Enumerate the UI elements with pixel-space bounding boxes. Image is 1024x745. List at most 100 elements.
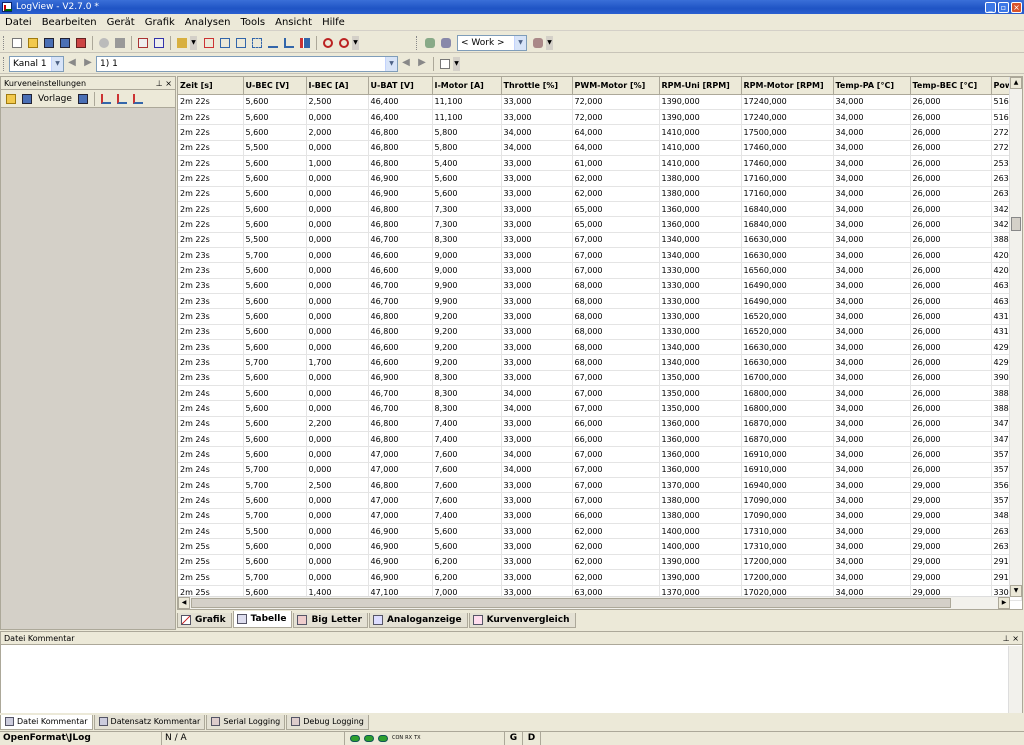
table-cell[interactable]: 26,000 xyxy=(910,308,992,325)
table-cell[interactable]: 0,000 xyxy=(306,308,369,325)
table-cell[interactable]: 2m 23s xyxy=(178,324,244,341)
table-cell[interactable]: 0,000 xyxy=(306,293,369,310)
scroll-right-icon[interactable]: ▶ xyxy=(998,597,1010,609)
table-cell[interactable]: 2,500 xyxy=(306,94,369,110)
table-cell[interactable]: 46,900 xyxy=(368,554,433,571)
table-cell[interactable]: 33,000 xyxy=(501,523,573,540)
table-cell[interactable]: 46,700 xyxy=(368,293,433,310)
table-cell[interactable]: 7,600 xyxy=(432,477,502,494)
table-cell[interactable]: 34,000 xyxy=(833,262,911,279)
table-cell[interactable]: 1360,000 xyxy=(659,416,742,433)
measure-icon[interactable] xyxy=(266,36,280,50)
table-row[interactable]: 2m 24s 5,700 0,000 47,000 7,400 33,000 66,000 1… xyxy=(178,508,1022,525)
table-cell[interactable]: 0,000 xyxy=(306,247,369,264)
table-cell[interactable]: 1330,000 xyxy=(659,278,742,294)
table-cell[interactable]: 0,000 xyxy=(306,431,369,448)
table-cell[interactable]: 1,000 xyxy=(306,155,369,172)
table-cell[interactable]: 26,000 xyxy=(910,170,992,187)
chevron-down-icon[interactable]: ▼ xyxy=(514,35,526,50)
table-cell[interactable]: 26,000 xyxy=(910,140,992,156)
save-as-icon[interactable] xyxy=(58,36,72,50)
table-cell[interactable]: 0,000 xyxy=(306,140,369,156)
table-row[interactable]: 2m 24s 5,600 0,000 46,700 8,300 34,000 67,000 1… xyxy=(178,385,1022,402)
table-cell[interactable]: 5,600 xyxy=(243,339,307,356)
table-row[interactable]: 2m 23s 5,700 1,700 46,600 9,200 33,000 68,000 1… xyxy=(178,354,1022,371)
table-cell[interactable]: 0,000 xyxy=(306,446,369,463)
table-cell[interactable]: 26,000 xyxy=(910,155,992,172)
table-cell[interactable]: 2m 24s xyxy=(178,477,244,494)
table-cell[interactable]: 67,000 xyxy=(572,232,660,248)
table-cell[interactable]: 5,500 xyxy=(243,523,307,540)
arrow-right-icon[interactable]: ▶ xyxy=(81,57,95,71)
table-cell[interactable]: 2m 24s xyxy=(178,508,244,525)
curve-cut-icon[interactable] xyxy=(202,36,216,50)
table-cell[interactable]: 34,000 xyxy=(833,109,911,126)
table-cell[interactable]: 34,000 xyxy=(833,140,911,156)
table-row[interactable]: 2m 23s 5,700 0,000 46,600 9,000 33,000 67,000 1… xyxy=(178,247,1022,264)
table-cell[interactable]: 34,000 xyxy=(501,400,573,417)
table-cell[interactable]: 66,000 xyxy=(572,416,660,433)
import-icon[interactable] xyxy=(136,36,150,50)
column-header[interactable]: RPM-Motor [RPM] xyxy=(741,77,834,95)
table-cell[interactable]: 7,300 xyxy=(432,216,502,233)
table-cell[interactable]: 34,000 xyxy=(833,538,911,555)
table-row[interactable]: 2m 22s 5,600 0,000 46,800 7,300 33,000 65,000 1… xyxy=(178,216,1022,233)
table-cell[interactable]: 0,000 xyxy=(306,109,369,126)
table-cell[interactable]: 16630,000 xyxy=(741,354,834,371)
table-cell[interactable]: 33,000 xyxy=(501,247,573,264)
column-header[interactable]: Throttle [%] xyxy=(501,77,573,95)
toolbar-grip[interactable] xyxy=(416,35,419,50)
table-cell[interactable]: 26,000 xyxy=(910,109,992,126)
person-icon[interactable] xyxy=(321,36,335,50)
table-cell[interactable]: 5,700 xyxy=(243,477,307,494)
table-cell[interactable]: 1360,000 xyxy=(659,431,742,448)
table-cell[interactable]: 33,000 xyxy=(501,492,573,509)
table-cell[interactable]: 2m 23s xyxy=(178,354,244,371)
table-cell[interactable]: 34,000 xyxy=(833,569,911,586)
menu-analysen[interactable]: Analysen xyxy=(180,17,236,28)
table-cell[interactable]: 33,000 xyxy=(501,201,573,218)
table-row[interactable]: 2m 22s 5,600 0,000 46,900 5,600 33,000 62,000 1… xyxy=(178,186,1022,202)
table-row[interactable]: 2m 22s 5,600 2,000 46,800 5,800 34,000 64,000 1… xyxy=(178,124,1022,141)
table-cell[interactable]: 62,000 xyxy=(572,554,660,571)
table-cell[interactable]: 1340,000 xyxy=(659,339,742,356)
table-cell[interactable]: 2m 24s xyxy=(178,416,244,433)
tool-icon[interactable] xyxy=(175,36,189,50)
tag-delete-icon[interactable] xyxy=(531,36,545,50)
table-row[interactable]: 2m 22s 5,600 2,500 46,400 11,100 33,000 72,000… xyxy=(178,94,1022,110)
table-cell[interactable]: 33,000 xyxy=(501,216,573,233)
table-cell[interactable]: 5,700 xyxy=(243,508,307,525)
table-cell[interactable]: 46,800 xyxy=(368,308,433,325)
table-cell[interactable]: 34,000 xyxy=(833,354,911,371)
chart-axis-icon[interactable] xyxy=(282,36,296,50)
table-cell[interactable]: 46,800 xyxy=(368,216,433,233)
table-cell[interactable]: 1340,000 xyxy=(659,232,742,248)
table-cell[interactable]: 11,100 xyxy=(432,109,502,126)
column-header[interactable]: Zeit [s] xyxy=(178,77,244,95)
table-cell[interactable]: 0,000 xyxy=(306,508,369,525)
table-cell[interactable]: 46,600 xyxy=(368,247,433,264)
menu-geraet[interactable]: Gerät xyxy=(102,17,140,28)
table-cell[interactable]: 33,000 xyxy=(501,155,573,172)
table-row[interactable]: 2m 22s 5,600 0,000 46,900 5,600 33,000 62,000 1… xyxy=(178,170,1022,187)
table-cell[interactable]: 46,900 xyxy=(368,569,433,586)
table-cell[interactable]: 0,000 xyxy=(306,554,369,571)
table-cell[interactable]: 7,600 xyxy=(432,492,502,509)
table-cell[interactable]: 34,000 xyxy=(833,508,911,525)
table-cell[interactable]: 5,600 xyxy=(243,186,307,202)
chevron-down-icon[interactable]: ▼ xyxy=(352,35,359,50)
table-cell[interactable]: 46,800 xyxy=(368,431,433,448)
table-cell[interactable]: 33,000 xyxy=(501,538,573,555)
table-cell[interactable]: 17160,000 xyxy=(741,186,834,202)
table-cell[interactable]: 34,000 xyxy=(833,324,911,341)
table-cell[interactable]: 33,000 xyxy=(501,94,573,110)
table-cell[interactable]: 1330,000 xyxy=(659,293,742,310)
table-cell[interactable]: 17500,000 xyxy=(741,124,834,141)
table-cell[interactable]: 16520,000 xyxy=(741,308,834,325)
table-cell[interactable]: 29,000 xyxy=(910,523,992,540)
table-cell[interactable]: 2m 23s xyxy=(178,278,244,294)
table-cell[interactable]: 2m 22s xyxy=(178,140,244,156)
table-cell[interactable]: 2m 22s xyxy=(178,124,244,141)
table-cell[interactable]: 5,600 xyxy=(243,94,307,110)
tab-grafik[interactable]: Grafik xyxy=(177,613,232,628)
